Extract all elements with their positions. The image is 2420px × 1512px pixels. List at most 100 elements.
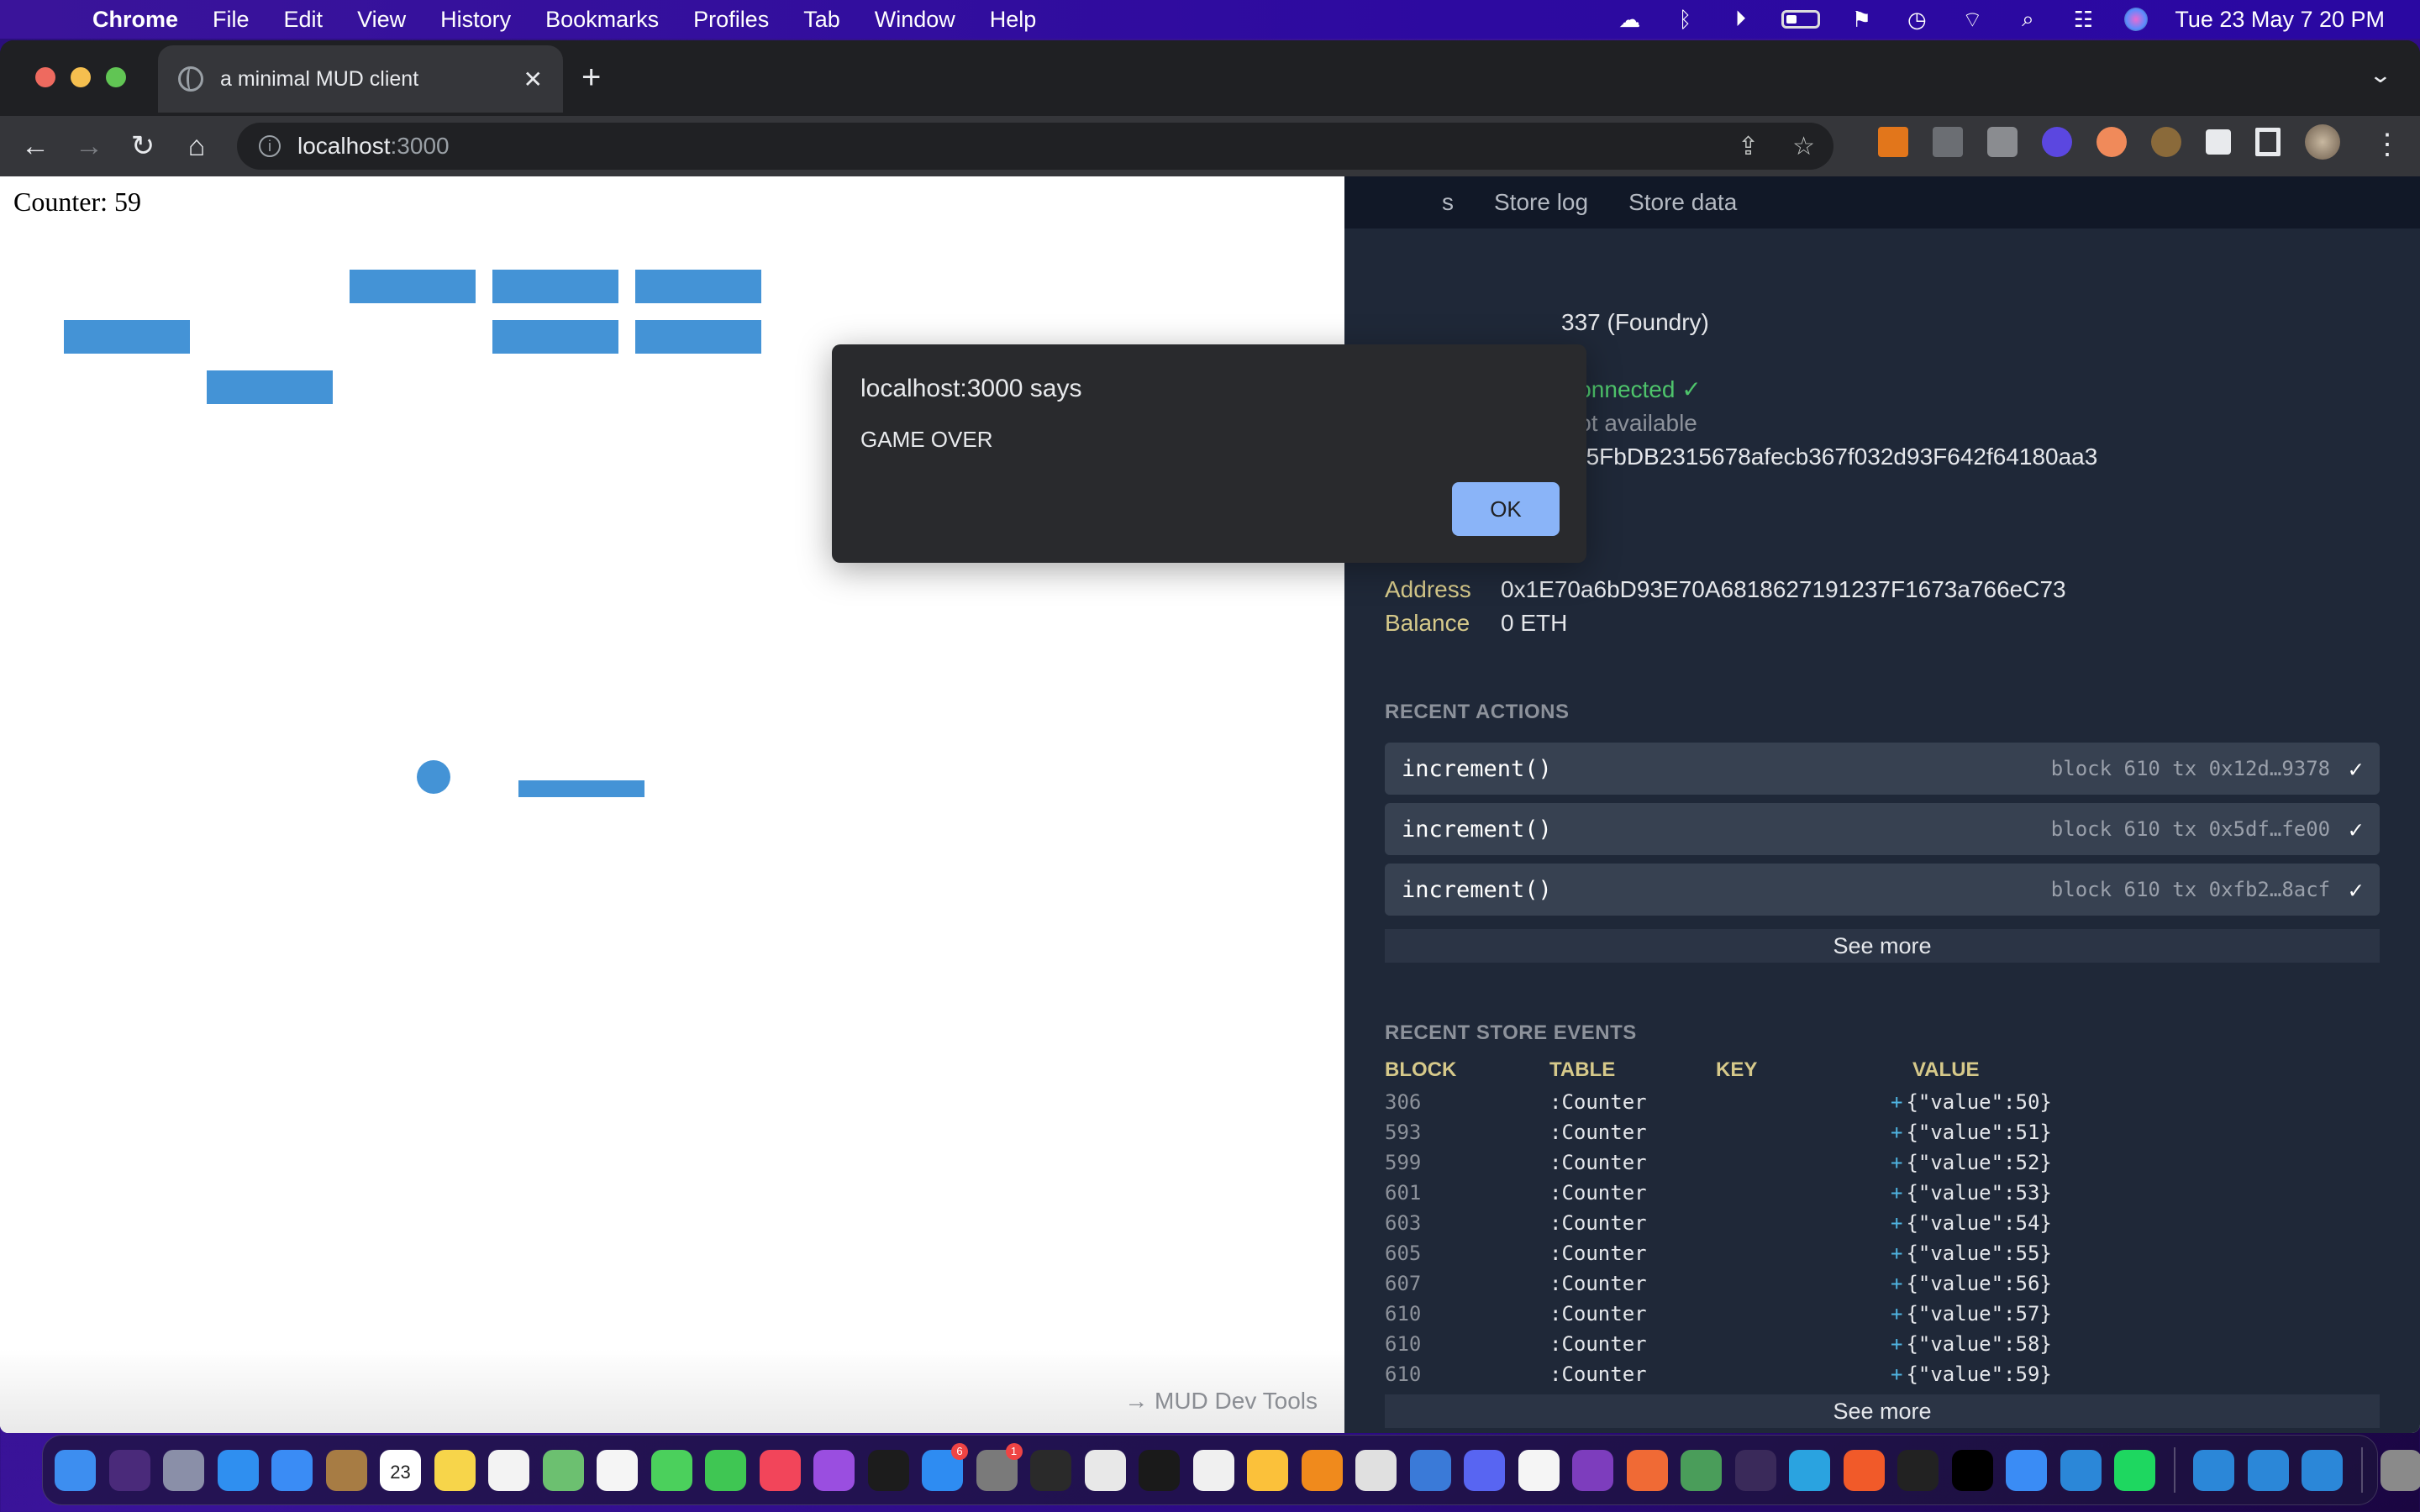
metamask-icon[interactable] (1878, 127, 1908, 157)
dock-vscode-window-3-icon[interactable] (2302, 1449, 2343, 1491)
dock-reminders-icon[interactable] (488, 1449, 529, 1491)
play-icon[interactable]: ⏵ (1726, 6, 1754, 32)
dock-safari-icon[interactable] (217, 1449, 259, 1491)
menu-file[interactable]: File (213, 7, 250, 33)
dock-vlc-icon[interactable] (1301, 1449, 1343, 1491)
sidebar-icon[interactable] (2255, 128, 2281, 156)
dock-contacts-icon[interactable] (325, 1449, 367, 1491)
dock-calendar-icon[interactable]: 23 (380, 1449, 421, 1491)
dock-chrome-icon[interactable] (1084, 1449, 1126, 1491)
dock-spotify-icon[interactable] (2114, 1449, 2155, 1491)
profile-avatar[interactable] (2305, 124, 2340, 160)
dock-podcasts-icon[interactable] (813, 1449, 855, 1491)
menu-profiles[interactable]: Profiles (693, 7, 769, 33)
dock-apple-tv-icon[interactable] (867, 1449, 909, 1491)
close-tab-icon[interactable]: ✕ (523, 66, 543, 93)
cube-icon[interactable] (1933, 127, 1963, 157)
tab-summary[interactable]: s (1442, 189, 1454, 216)
address-bar[interactable]: i localhost:3000 ⇪ ☆ (237, 123, 1833, 170)
dock-postman-icon[interactable] (1626, 1449, 1668, 1491)
dock-notes-icon[interactable] (434, 1449, 476, 1491)
dock-quicktime-icon[interactable] (1409, 1449, 1451, 1491)
dock-vscode-window-1-icon[interactable] (2193, 1449, 2234, 1491)
fullscreen-window-button[interactable] (106, 67, 126, 87)
dock-maps-icon[interactable] (542, 1449, 584, 1491)
spotlight-search-icon[interactable]: ⌕ (2013, 6, 2042, 32)
dock-xcode-simulator-icon[interactable] (2006, 1449, 2047, 1491)
tab-store-log[interactable]: Store log (1494, 189, 1588, 216)
dock-rocket-app-icon[interactable] (1681, 1449, 1722, 1491)
menu-window[interactable]: Window (875, 7, 955, 33)
site-info-icon[interactable]: i (259, 135, 281, 157)
chrome-menu-icon[interactable]: ⋮ (2373, 128, 2402, 161)
paddle[interactable] (518, 780, 644, 797)
dock-siri-icon[interactable] (108, 1449, 150, 1491)
new-tab-button[interactable]: + (581, 59, 601, 97)
share-icon[interactable]: ⇪ (1738, 132, 1759, 161)
browser-tab-active[interactable]: a minimal MUD client ✕ (158, 45, 563, 113)
dock-terminal-icon[interactable] (1139, 1449, 1180, 1491)
action-item[interactable]: increment() block 610 tx 0xfb2…8acf ✓ (1385, 864, 2380, 916)
dock-ring-app-icon[interactable] (1951, 1449, 1993, 1491)
dock-launchpad-icon[interactable] (163, 1449, 204, 1491)
dock-music-icon[interactable] (759, 1449, 801, 1491)
dock-vscode-window-2-icon[interactable] (2247, 1449, 2289, 1491)
dock-vscode-icon[interactable] (2060, 1449, 2102, 1491)
tab-store-data[interactable]: Store data (1628, 189, 1737, 216)
ok-button[interactable]: OK (1452, 482, 1560, 536)
creative-cloud-icon[interactable]: ☁ (1615, 7, 1644, 32)
dock-finder-icon[interactable] (55, 1449, 96, 1491)
tab-search-chevron-icon[interactable]: ⌄ (2369, 62, 2392, 88)
forward-arrow-icon[interactable]: → (62, 130, 116, 163)
action-item[interactable]: increment() block 610 tx 0x5df…fe00 ✓ (1385, 803, 2380, 855)
time-machine-icon[interactable]: ◷ (1902, 7, 1931, 32)
menu-history[interactable]: History (440, 7, 511, 33)
dock-tor-browser-icon[interactable] (1572, 1449, 1613, 1491)
mud-dev-tools-link[interactable]: → MUD Dev Tools (1124, 1388, 1318, 1415)
menu-bookmarks[interactable]: Bookmarks (545, 7, 659, 33)
menu-help[interactable]: Help (990, 7, 1037, 33)
dock-trash-icon[interactable] (2381, 1449, 2420, 1491)
action-item[interactable]: increment() block 610 tx 0x12d…9378 ✓ (1385, 743, 2380, 795)
camera-icon[interactable] (1987, 127, 2018, 157)
dock-activity-monitor-icon[interactable] (1030, 1449, 1071, 1491)
dock-textedit-icon[interactable] (1192, 1449, 1234, 1491)
battery-icon[interactable] (1781, 10, 1821, 29)
dock-telegram-icon[interactable] (1789, 1449, 1830, 1491)
menu-view[interactable]: View (357, 7, 406, 33)
back-arrow-icon[interactable]: ← (8, 130, 62, 163)
wifi-icon[interactable]: ⌔ (1958, 7, 1986, 32)
hedgehog-icon[interactable] (2151, 127, 2181, 157)
control-center-icon[interactable]: ☷ (2069, 7, 2097, 32)
store-events-see-more-button[interactable]: See more (1385, 1394, 2380, 1428)
dock-discord-icon[interactable] (1464, 1449, 1505, 1491)
ghost-icon[interactable] (2042, 127, 2072, 157)
dock-audio-app-icon[interactable] (1897, 1449, 1939, 1491)
dock-photos-icon[interactable] (597, 1449, 638, 1491)
dock-system-settings-icon[interactable]: 1 (976, 1442, 1023, 1491)
actions-see-more-button[interactable]: See more (1385, 929, 2380, 963)
dock-facetime-icon[interactable] (705, 1449, 746, 1491)
cat-sunglasses-icon[interactable] (2096, 127, 2127, 157)
dock-system-info-icon[interactable] (1355, 1449, 1397, 1491)
home-icon[interactable]: ⌂ (170, 130, 224, 163)
close-window-button[interactable] (35, 67, 55, 87)
dock-brave-icon[interactable] (1843, 1449, 1885, 1491)
dock-slack-icon[interactable] (1518, 1449, 1560, 1491)
dock-messages-icon[interactable] (650, 1449, 692, 1491)
menu-app-chrome[interactable]: Chrome (92, 7, 178, 33)
siri-icon[interactable] (2124, 8, 2149, 31)
puzzle-extensions-icon[interactable] (2206, 129, 2231, 155)
bluetooth-icon[interactable]: ᛒ (1670, 7, 1699, 32)
menu-tab[interactable]: Tab (803, 7, 840, 33)
bookmark-star-icon[interactable]: ☆ (1792, 132, 1815, 161)
menu-edit[interactable]: Edit (284, 7, 324, 33)
dock-mail-icon[interactable] (271, 1449, 313, 1491)
reload-icon[interactable]: ↻ (116, 129, 170, 163)
menubar-clock[interactable]: Tue 23 May 7 20 PM (2175, 7, 2385, 33)
dock-app-store-icon[interactable]: 6 (922, 1442, 968, 1491)
ukraine-flag-icon[interactable]: ⚑ (1847, 7, 1876, 32)
dock-pixel-character-app-icon[interactable] (1734, 1449, 1776, 1491)
dock-sketch-icon[interactable] (1247, 1449, 1288, 1491)
minimize-window-button[interactable] (71, 67, 91, 87)
